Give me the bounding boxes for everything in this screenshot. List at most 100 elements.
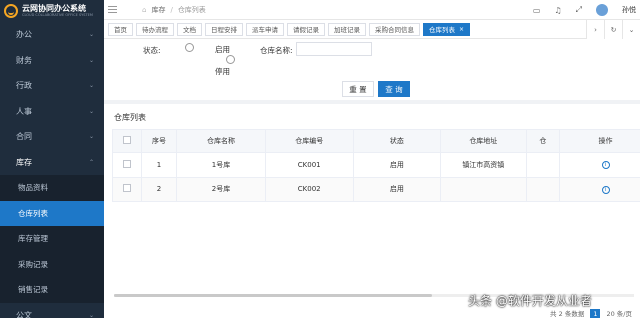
cell-name: 1号库	[176, 152, 266, 178]
column-header: 操作	[559, 129, 640, 153]
cell-status: 启用	[352, 152, 441, 178]
bell-icon[interactable]: ♫	[554, 6, 561, 15]
sidebar-item-label: 人事	[16, 106, 32, 116]
info-icon[interactable]: i	[601, 161, 610, 170]
column-header[interactable]: 仓库编号	[264, 129, 354, 153]
info-icon[interactable]: i	[601, 185, 610, 194]
column-header[interactable]: 序号	[140, 129, 178, 153]
avatar[interactable]	[596, 4, 608, 16]
refresh-icon[interactable]: ↻	[604, 20, 622, 39]
reset-button[interactable]: 重 置	[342, 81, 374, 97]
cell-address	[439, 176, 527, 202]
pager-total: 共 2 条数据	[550, 310, 585, 318]
user-name[interactable]: 孙悦	[622, 5, 636, 15]
watermark: 头条 @软件开发从业者	[468, 294, 592, 308]
warehouse-name-input[interactable]	[296, 42, 372, 56]
sidebar-item-office[interactable]: 办公 ⌄	[0, 22, 104, 48]
sidebar-item-label: 办公	[16, 30, 32, 40]
sidebar-item-label: 合同	[16, 132, 32, 142]
tabs-bar: 首页 待办流程 文档 日程安排 派车申请 请假记录 加班记录 采购合同信息 仓库…	[104, 20, 640, 39]
topbar: ⌂ 库存 / 仓库列表 ▭ ♫ ⤢ 孙悦	[104, 0, 640, 20]
pager-size-select[interactable]: 20 条/页	[606, 308, 632, 318]
chevron-down-icon: ⌄	[88, 56, 94, 64]
column-header[interactable]: 仓库地址	[439, 129, 527, 153]
home-icon[interactable]: ⌂	[142, 6, 146, 14]
cell-name: 2号库	[176, 176, 266, 202]
app-subtitle: CLOUD COLLABORATIVE OFFICE SYSTEM	[22, 12, 93, 17]
message-icon[interactable]: ▭	[533, 6, 541, 15]
table-row[interactable]: 2 2号库 CK002 启用 i	[112, 176, 640, 202]
inventory-submenu: 物品资料 仓库列表 库存管理 采购记录 销售记录	[0, 175, 104, 303]
topbar-actions: ▭ ♫ ⤢ 孙悦	[533, 0, 640, 20]
row-checkbox[interactable]	[112, 152, 142, 178]
sidebar-item-admin[interactable]: 行政 ⌄	[0, 73, 104, 99]
chevron-down-icon: ⌄	[88, 133, 94, 141]
warehouse-table: 序号 仓库名称 仓库编号 状态 仓库地址 仓 操作 1 1号库 CK001 启用…	[112, 129, 640, 202]
sidebar-item-stock[interactable]: 库存管理	[0, 226, 104, 252]
tab-purchase-contract[interactable]: 采购合同信息	[369, 22, 420, 36]
select-all-checkbox[interactable]	[112, 129, 142, 153]
tab-label: 仓库列表	[429, 26, 455, 34]
tabs-tools: › ↻ ⌄	[586, 20, 640, 39]
chevron-down-icon[interactable]: ⌄	[622, 20, 640, 39]
sidebar-item-finance[interactable]: 财务 ⌄	[0, 48, 104, 74]
cell-address: 镇江市高资镇	[439, 152, 527, 178]
cell-extra	[525, 176, 561, 202]
scroll-right-icon[interactable]: ›	[586, 20, 604, 39]
query-button[interactable]: 查 询	[378, 81, 410, 97]
chevron-down-icon: ⌄	[88, 82, 94, 90]
sidebar-item-label: 库存	[16, 157, 32, 167]
chevron-up-icon: ⌃	[88, 158, 94, 166]
sidebar-item-contract[interactable]: 合同 ⌄	[0, 124, 104, 150]
tab-overtime[interactable]: 加班记录	[328, 22, 366, 36]
horizontal-scrollbar[interactable]	[114, 294, 432, 297]
cell-actions: i	[559, 152, 640, 178]
table-header: 序号 仓库名称 仓库编号 状态 仓库地址 仓 操作	[112, 129, 640, 153]
sidebar-item-sales[interactable]: 销售记录	[0, 277, 104, 303]
status-label: 状态:	[143, 46, 161, 55]
sidebar-item-warehouse-list[interactable]: 仓库列表	[0, 200, 104, 226]
cell-code: CK001	[264, 152, 354, 178]
sidebar-item-documents[interactable]: 公文 ⌄	[0, 303, 104, 318]
app-title: 云网协同办公系统	[22, 3, 86, 13]
sidebar-item-hr[interactable]: 人事 ⌄	[0, 99, 104, 125]
close-icon[interactable]: ×	[459, 26, 464, 33]
fullscreen-icon[interactable]: ⤢	[576, 5, 582, 15]
status-disabled-label: 停用	[215, 67, 230, 76]
tab-schedule[interactable]: 日程安排	[205, 22, 243, 36]
cell-no: 2	[140, 176, 178, 202]
tab-leave[interactable]: 请假记录	[287, 22, 325, 36]
cell-extra	[525, 152, 561, 178]
pager-current-page[interactable]: 1	[590, 309, 601, 318]
sidebar-item-items[interactable]: 物品资料	[0, 175, 104, 201]
tab-warehouse-list[interactable]: 仓库列表 ×	[423, 22, 471, 36]
list-title: 仓库列表	[114, 113, 146, 122]
tab-todo[interactable]: 待办流程	[136, 22, 174, 36]
tab-docs[interactable]: 文档	[177, 22, 202, 36]
row-checkbox[interactable]	[112, 176, 142, 202]
search-panel: 状态: 启用 停用 仓库名称: 重 置 查 询	[104, 39, 640, 100]
menu-toggle-icon[interactable]	[108, 6, 124, 13]
tab-home[interactable]: 首页	[108, 22, 133, 36]
sidebar-item-inventory[interactable]: 库存 ⌃	[0, 150, 104, 176]
tab-vehicle[interactable]: 派车申请	[246, 22, 284, 36]
sidebar-item-label: 财务	[16, 55, 32, 65]
cell-code: CK002	[264, 176, 354, 202]
warehouse-name-label: 仓库名称:	[260, 46, 293, 55]
sidebar-item-purchase[interactable]: 采购记录	[0, 252, 104, 278]
warehouse-list-panel: 仓库列表 序号 仓库名称 仓库编号 状态 仓库地址 仓 操作 1 1号库 CK0…	[104, 104, 640, 318]
table-row[interactable]: 1 1号库 CK001 启用 镇江市高资镇 i	[112, 152, 640, 178]
column-header[interactable]: 仓库名称	[176, 129, 266, 153]
sidebar: 云网协同办公系统 CLOUD COLLABORATIVE OFFICE SYST…	[0, 0, 104, 318]
status-enabled-label: 启用	[215, 45, 230, 54]
column-header[interactable]: 状态	[352, 129, 441, 153]
status-disabled-radio[interactable]	[226, 55, 235, 64]
cell-actions: i	[559, 176, 640, 202]
status-enabled-radio[interactable]	[185, 43, 194, 52]
cell-no: 1	[140, 152, 178, 178]
column-header[interactable]: 仓	[525, 129, 561, 153]
pagination: 共 2 条数据 1 20 条/页	[550, 308, 640, 318]
logo: 云网协同办公系统 CLOUD COLLABORATIVE OFFICE SYST…	[0, 0, 104, 22]
chevron-down-icon: ⌄	[88, 31, 94, 39]
breadcrumb-parent[interactable]: 库存	[151, 5, 165, 15]
